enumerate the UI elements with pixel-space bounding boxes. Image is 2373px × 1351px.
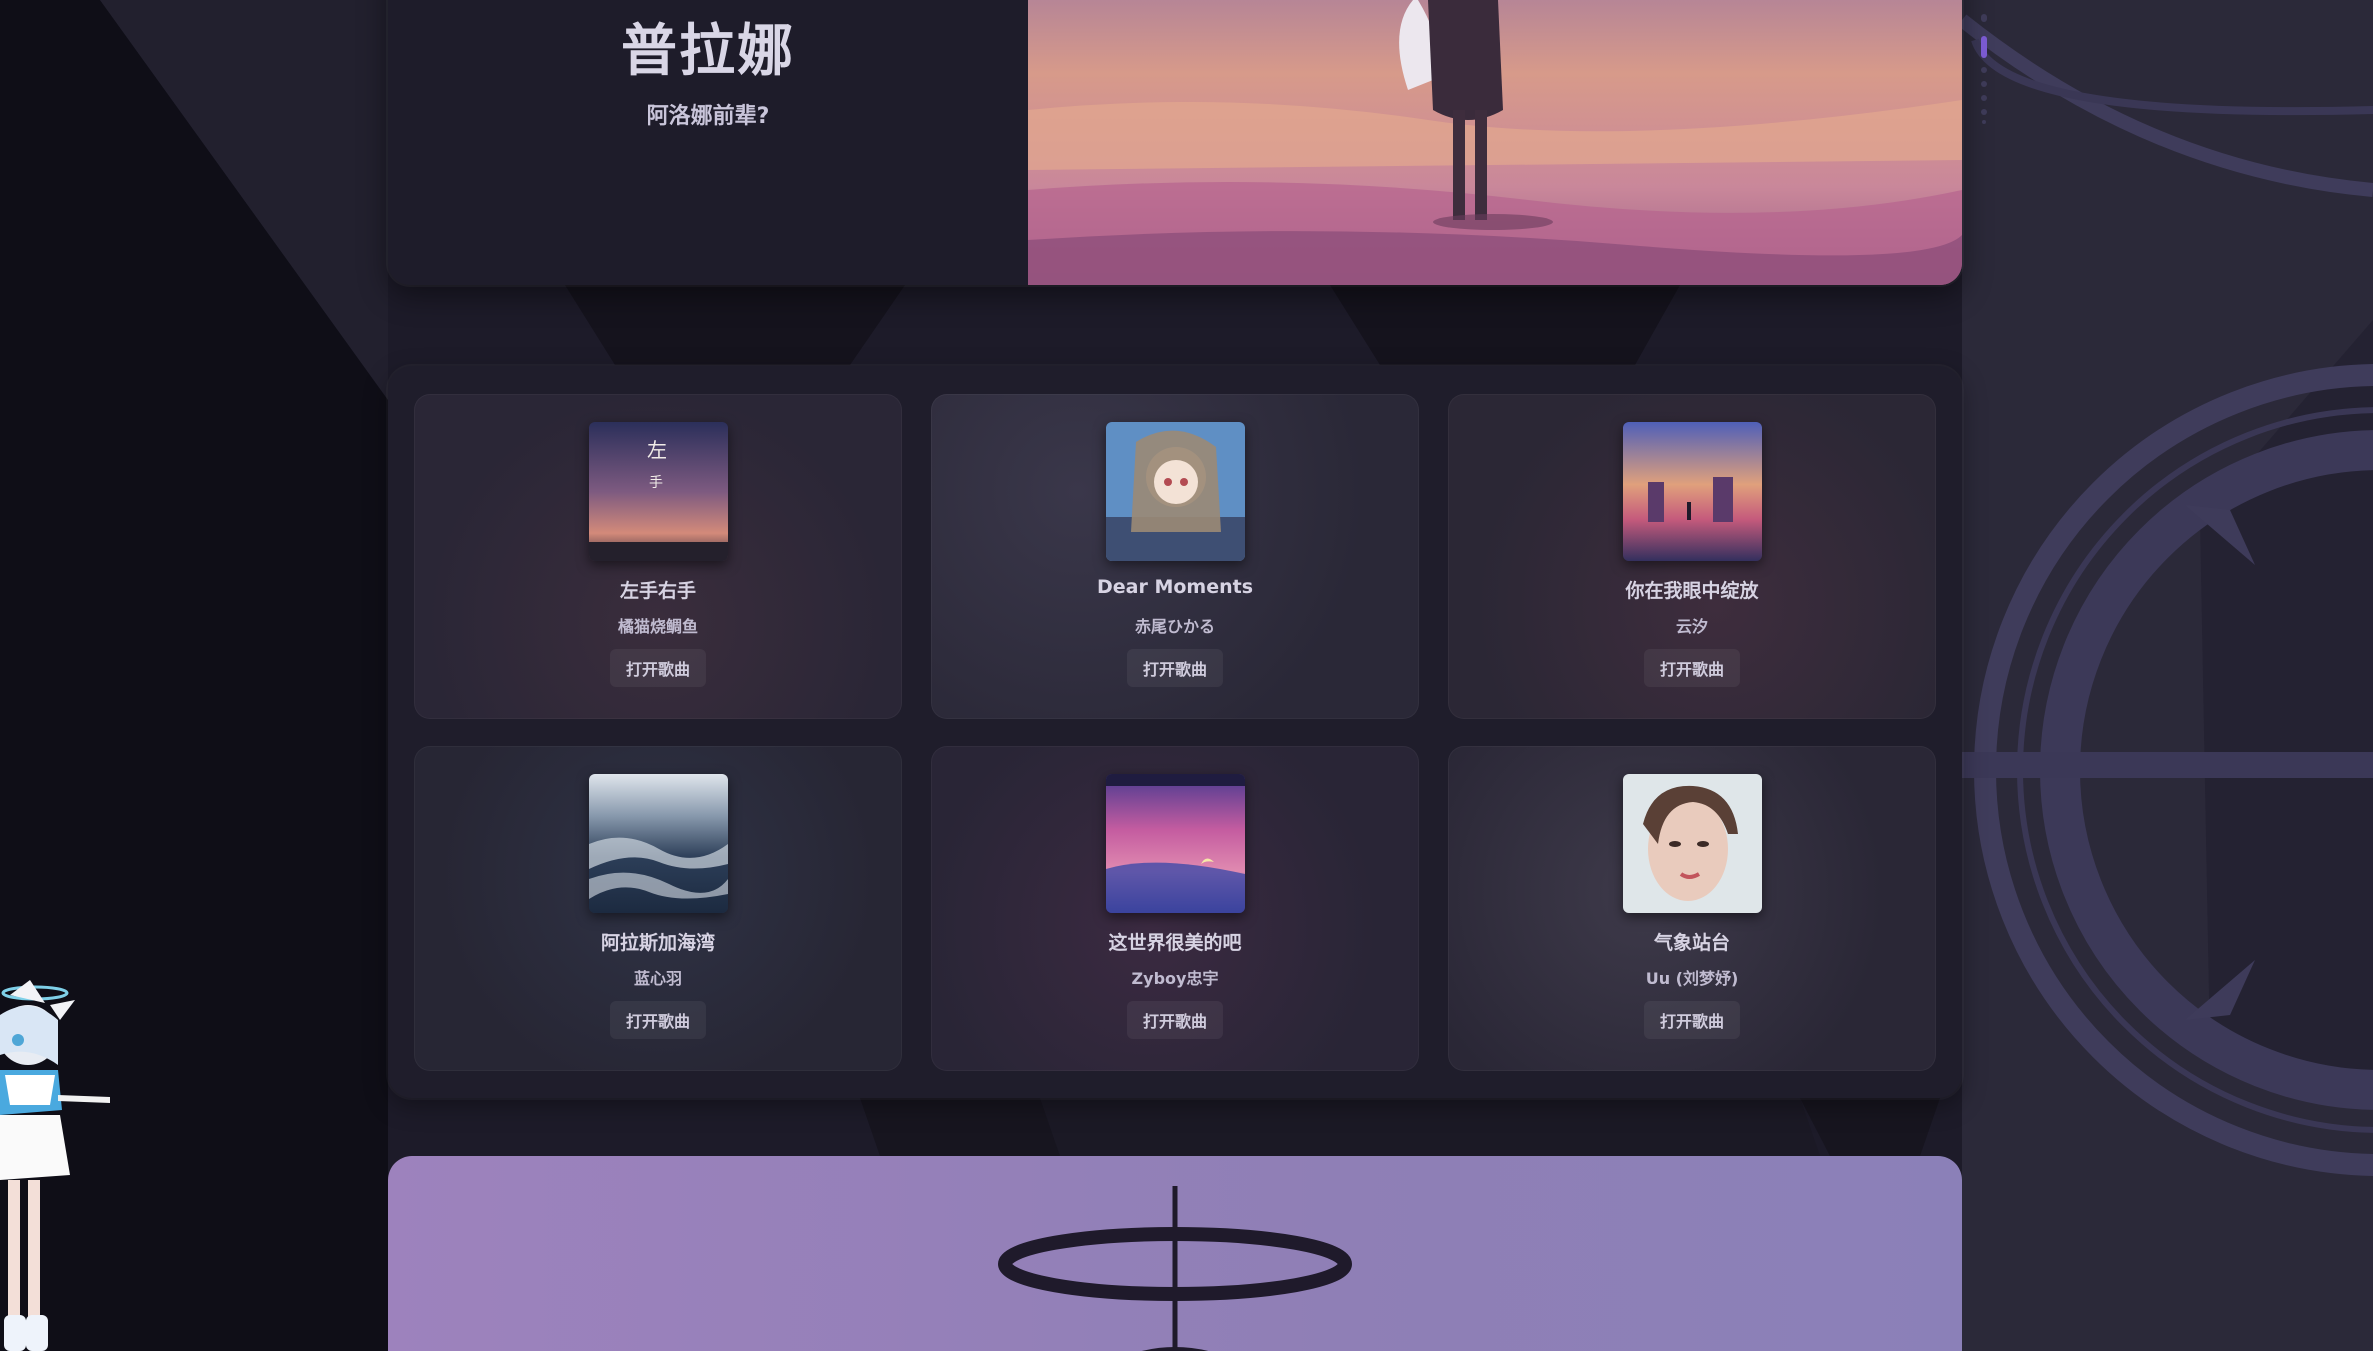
- song-card: 这世界很美的吧 Zyboy忠宇 打开歌曲: [931, 746, 1419, 1071]
- song-title: 阿拉斯加海湾: [600, 932, 715, 954]
- song-title: Dear Moments: [1096, 576, 1254, 598]
- page: 普拉娜 阿洛娜前辈? 左 手 左手右手 橘猫烧鲷鱼 打开歌曲 Dear Mome…: [0, 0, 2373, 1351]
- halo-emblem-icon: [998, 1186, 1352, 1351]
- song-artist: 云汐: [1675, 617, 1708, 636]
- song-card: 左 手 左手右手 橘猫烧鲷鱼 打开歌曲: [414, 394, 902, 719]
- album-cover: [1106, 774, 1245, 913]
- open-song-button[interactable]: 打开歌曲: [1126, 1001, 1224, 1039]
- bottom-banner: [388, 1156, 1962, 1351]
- hero-subtitle: 阿洛娜前辈?: [646, 104, 770, 129]
- song-artist: Zyboy忠宇: [1131, 969, 1219, 988]
- song-title: 你在我眼中绽放: [1625, 580, 1759, 602]
- hero-text-area: 普拉娜 阿洛娜前辈?: [388, 0, 1028, 285]
- song-card: 阿拉斯加海湾 蓝心羽 打开歌曲: [414, 746, 902, 1071]
- svg-text:手: 手: [649, 475, 663, 491]
- song-title: 气象站台: [1653, 932, 1730, 954]
- open-song-button[interactable]: 打开歌曲: [1643, 1001, 1741, 1039]
- song-artist: 橘猫烧鲷鱼: [617, 617, 698, 636]
- mascot-character[interactable]: [0, 975, 120, 1351]
- hero-title: 普拉娜: [621, 19, 795, 84]
- album-cover: 左 手: [589, 422, 728, 561]
- album-cover: [1623, 422, 1762, 561]
- album-cover: [1106, 422, 1245, 561]
- hero-card: 普拉娜 阿洛娜前辈?: [388, 0, 1962, 285]
- song-artist: Uu (刘梦妤): [1645, 969, 1739, 988]
- song-artist: 蓝心羽: [633, 969, 682, 988]
- hero-illustration: [1028, 0, 1962, 285]
- open-song-button[interactable]: 打开歌曲: [1126, 649, 1224, 687]
- scroll-indicator[interactable]: [1978, 14, 1990, 124]
- song-card: Dear Moments 赤尾ひかる 打开歌曲: [931, 394, 1419, 719]
- song-artist: 赤尾ひかる: [1134, 617, 1215, 636]
- song-title: 左手右手: [619, 580, 696, 602]
- svg-text:左: 左: [647, 438, 667, 462]
- album-cover: [1623, 774, 1762, 913]
- music-panel: 左 手 左手右手 橘猫烧鲷鱼 打开歌曲 Dear Moments 赤尾ひかる 打…: [388, 366, 1962, 1098]
- song-card: 气象站台 Uu (刘梦妤) 打开歌曲: [1448, 746, 1936, 1071]
- song-card: 你在我眼中绽放 云汐 打开歌曲: [1448, 394, 1936, 719]
- open-song-button[interactable]: 打开歌曲: [609, 1001, 707, 1039]
- song-title: 这世界很美的吧: [1108, 932, 1242, 954]
- open-song-button[interactable]: 打开歌曲: [1643, 649, 1741, 687]
- open-song-button[interactable]: 打开歌曲: [609, 649, 707, 687]
- album-cover: [589, 774, 728, 913]
